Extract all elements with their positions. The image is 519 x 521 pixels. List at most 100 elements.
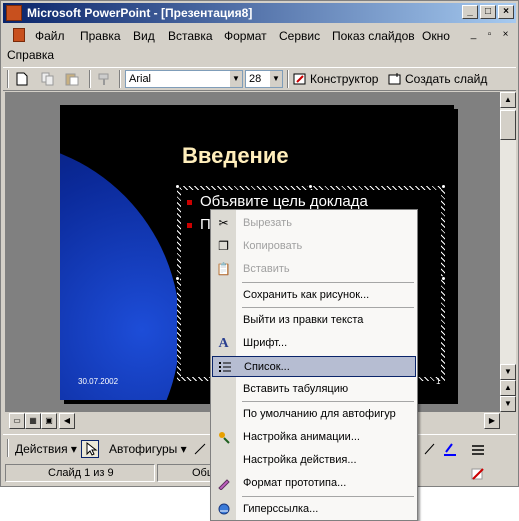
toolbar-separator — [287, 70, 289, 88]
chevron-down-icon[interactable]: ▼ — [230, 71, 242, 87]
format-painter-icon[interactable] — [97, 72, 111, 86]
window-title: Microsoft PowerPoint - [Презентация8] — [27, 6, 253, 20]
scissors-icon: ✂ — [218, 216, 229, 230]
menu-view[interactable]: Вид — [133, 29, 155, 43]
normal-view-icon[interactable]: ▭ — [9, 413, 25, 429]
select-pointer-icon[interactable] — [81, 440, 99, 458]
vertical-scrollbar[interactable]: ▲ ▼ ▲ ▼ — [500, 92, 516, 412]
scroll-right-arrow-icon[interactable]: ▶ — [484, 413, 500, 429]
context-item-label: Шрифт... — [243, 337, 288, 349]
scroll-down-arrow-icon[interactable]: ▼ — [500, 364, 516, 380]
menu-edit[interactable]: Правка — [80, 29, 121, 43]
resize-handle[interactable] — [441, 276, 446, 281]
context-menu-separator — [242, 401, 414, 402]
next-slide-icon[interactable]: ▼ — [500, 396, 516, 412]
new-slide-button[interactable]: Создать слайд — [405, 72, 487, 86]
context-item-save-as-picture[interactable]: Сохранить как рисунок... — [212, 285, 416, 306]
context-item-paste[interactable]: 📋 Вставить — [212, 259, 416, 280]
animation-icon — [216, 430, 231, 445]
context-item-label: Список... — [244, 361, 290, 373]
context-item-bullets[interactable]: Список... — [212, 356, 416, 377]
chevron-down-icon[interactable]: ▼ — [270, 71, 282, 87]
new-slide-icon[interactable] — [388, 72, 402, 86]
scroll-left-arrow-icon[interactable]: ◀ — [59, 413, 75, 429]
bullet-text: Объявите цель доклада — [200, 193, 368, 210]
line-color-icon[interactable] — [423, 442, 437, 456]
context-item-label: Гиперссылка... — [243, 503, 319, 515]
autoshapes-menu-button[interactable]: Автофигуры ▾ — [109, 442, 187, 456]
context-item-label: Настройка анимации... — [243, 431, 360, 443]
scroll-up-arrow-icon[interactable]: ▲ — [500, 92, 516, 108]
toolbar-grip — [7, 70, 9, 88]
context-item-action-settings[interactable]: Настройка действия... — [212, 450, 416, 471]
title-bar[interactable]: Microsoft PowerPoint - [Презентация8] _ … — [3, 3, 516, 23]
context-item-label: По умолчанию для автофигур — [243, 408, 396, 420]
menu-slideshow[interactable]: Показ слайдов — [332, 29, 415, 43]
resize-handle[interactable] — [308, 184, 313, 189]
bullet-item[interactable]: П — [187, 216, 211, 233]
hyperlink-icon — [216, 502, 231, 517]
line-tool-icon[interactable] — [193, 442, 207, 456]
slide-title[interactable]: Введение — [182, 143, 289, 169]
font-size-combo[interactable]: 28 ▼ — [245, 70, 283, 88]
context-item-custom-animation[interactable]: Настройка анимации... — [212, 427, 416, 448]
context-item-format-placeholder[interactable]: Формат прототипа... — [212, 473, 416, 494]
copy-toolbar-icon[interactable] — [41, 72, 55, 86]
paste-toolbar-icon[interactable] — [65, 72, 79, 86]
context-item-label: Выйти из правки текста — [243, 314, 364, 326]
formatting-toolbar: Arial ▼ 28 ▼ Конструктор Создать слайд — [3, 67, 516, 91]
context-item-hyperlink[interactable]: Гиперссылка... — [212, 499, 416, 520]
font-color-icon[interactable] — [443, 442, 457, 456]
slide-sorter-view-icon[interactable]: ▦ — [25, 413, 41, 429]
slide-background-curve — [60, 140, 180, 400]
bullet-marker — [187, 199, 192, 205]
resize-handle[interactable] — [175, 276, 180, 281]
menu-file[interactable]: Файл — [35, 29, 65, 43]
bullet-item[interactable]: Объявите цель доклада — [187, 193, 368, 210]
context-item-font[interactable]: A Шрифт... — [212, 333, 416, 354]
resize-handle[interactable] — [175, 184, 180, 189]
context-item-label: Вставить — [243, 263, 290, 275]
context-menu: ✂ Вырезать ❐ Копировать 📋 Вставить Сохра… — [210, 209, 418, 521]
context-item-copy[interactable]: ❐ Копировать — [212, 236, 416, 257]
menu-window[interactable]: Окно — [422, 29, 450, 43]
document-icon[interactable] — [13, 28, 25, 42]
doc-restore-button[interactable]: ▫ — [483, 29, 496, 41]
slide-footer-date: 30.07.2002 — [78, 377, 119, 386]
actions-label: Действия — [15, 442, 68, 456]
context-item-cut[interactable]: ✂ Вырезать — [212, 213, 416, 234]
menu-format[interactable]: Формат — [224, 29, 267, 43]
font-size-value: 28 — [249, 73, 262, 85]
close-button[interactable]: × — [498, 5, 514, 19]
context-item-exit-text-edit[interactable]: Выйти из правки текста — [212, 310, 416, 331]
designer-button[interactable]: Конструктор — [310, 72, 378, 86]
restore-button[interactable]: □ — [480, 5, 496, 19]
toolbar-grip — [7, 439, 9, 457]
designer-icon[interactable] — [293, 72, 307, 86]
context-item-label: Настройка действия... — [243, 454, 357, 466]
font-name-value: Arial — [129, 73, 152, 85]
font-name-combo[interactable]: Arial ▼ — [125, 70, 243, 88]
powerpoint-app-icon[interactable] — [6, 5, 22, 21]
doc-close-button[interactable]: × — [499, 29, 512, 41]
previous-slide-icon[interactable]: ▲ — [500, 380, 516, 396]
doc-minimize-button[interactable]: _ — [467, 29, 480, 41]
context-item-default-autoshape[interactable]: По умолчанию для автофигур — [212, 404, 416, 425]
slideshow-view-icon[interactable]: ▣ — [41, 413, 57, 429]
context-item-label: Сохранить как рисунок... — [243, 289, 370, 301]
context-item-label: Вставить табуляцию — [243, 383, 349, 395]
line-style-icon[interactable] — [471, 442, 485, 456]
actions-menu-button[interactable]: Действия ▾ — [15, 442, 77, 456]
slide-counter: Слайд 1 из 9 — [5, 464, 155, 482]
format-icon — [216, 476, 231, 491]
new-document-icon[interactable] — [15, 72, 29, 86]
menu-help[interactable]: Справка — [7, 48, 54, 62]
resize-handle[interactable] — [441, 184, 446, 189]
scroll-thumb[interactable] — [500, 110, 516, 140]
context-item-insert-tab[interactable]: Вставить табуляцию — [212, 379, 416, 400]
menu-tools[interactable]: Сервис — [279, 29, 320, 43]
minimize-button[interactable]: _ — [462, 5, 478, 19]
menu-insert[interactable]: Вставка — [168, 29, 213, 43]
context-menu-separator — [242, 282, 414, 283]
context-item-label: Формат прототипа... — [243, 477, 347, 489]
